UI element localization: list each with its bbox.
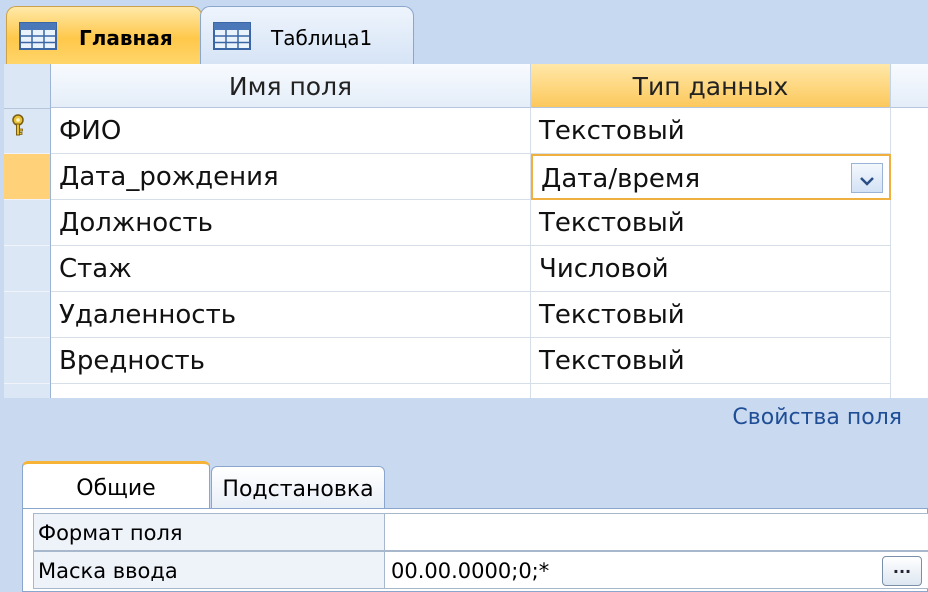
table-row[interactable]: Должность Текстовый [4, 200, 928, 246]
column-header-data-type[interactable]: Тип данных [531, 64, 891, 108]
row-selector-current[interactable] [4, 154, 50, 200]
field-name-cell[interactable] [51, 384, 531, 398]
field-name-cell[interactable]: Стаж [51, 246, 531, 292]
property-value-input-mask[interactable]: 00.00.0000;0;* ... [385, 551, 928, 589]
field-name-cell[interactable]: Удаленность [51, 292, 531, 338]
table-icon [19, 22, 57, 50]
data-type-cell[interactable]: Числовой [531, 246, 891, 292]
table-row[interactable]: Вредность Текстовый [4, 338, 928, 384]
row-selector[interactable] [4, 338, 50, 384]
row-selector[interactable] [4, 292, 50, 338]
dropdown-button[interactable] [851, 163, 883, 193]
property-value-format[interactable] [385, 513, 928, 551]
row-selector[interactable] [4, 200, 50, 246]
tab-general[interactable]: Общие [22, 461, 210, 509]
primary-key-icon [12, 114, 24, 136]
column-header-description[interactable] [891, 64, 928, 108]
tab-main[interactable]: Главная [6, 6, 202, 64]
field-design-grid: Имя поля Тип данных ФИО Текстовый Дата_р… [4, 64, 928, 398]
tab-main-label: Главная [79, 26, 173, 50]
table-row[interactable]: Удаленность Текстовый [4, 292, 928, 338]
column-header-field-name[interactable]: Имя поля [51, 64, 531, 108]
data-type-cell[interactable]: Текстовый [531, 200, 891, 246]
data-type-cell[interactable]: Текстовый [531, 292, 891, 338]
tab-lookup[interactable]: Подстановка [211, 466, 385, 510]
data-type-cell[interactable]: Текстовый [531, 108, 891, 154]
document-tab-bar: Главная Таблица1 [0, 0, 928, 64]
row-selector[interactable] [4, 246, 50, 292]
field-properties-panel: Формат поля Маска ввода 00.00.0000;0;* .… [22, 508, 928, 592]
data-type-value: Дата/время [541, 164, 701, 194]
input-mask-value: 00.00.0000;0;* [391, 559, 550, 583]
data-type-combo[interactable]: Дата/время [531, 154, 891, 200]
row-selector-header[interactable] [4, 64, 50, 109]
table-row[interactable] [4, 384, 928, 398]
field-name-cell[interactable]: Должность [51, 200, 531, 246]
row-selector[interactable] [4, 108, 50, 154]
field-name-cell[interactable]: ФИО [51, 108, 531, 154]
chevron-down-icon [860, 177, 874, 186]
tab-table1-label: Таблица1 [271, 26, 373, 50]
build-button[interactable]: ... [882, 556, 922, 586]
data-type-cell[interactable]: Текстовый [531, 338, 891, 384]
property-label-input-mask: Маска ввода [33, 551, 385, 589]
table-row[interactable]: Стаж Числовой [4, 246, 928, 292]
table-row[interactable]: Дата_рождения Дата/время [4, 154, 928, 200]
table-icon [213, 22, 251, 50]
table-row[interactable]: ФИО Текстовый [4, 108, 928, 154]
row-selector[interactable] [4, 384, 50, 398]
property-label-format: Формат поля [33, 513, 385, 551]
field-name-cell[interactable]: Дата_рождения [51, 154, 531, 200]
property-row: Формат поля [33, 513, 928, 551]
data-type-cell[interactable] [531, 384, 891, 398]
property-row: Маска ввода 00.00.0000;0;* ... [33, 551, 928, 589]
field-name-cell[interactable]: Вредность [51, 338, 531, 384]
field-properties-title: Свойства поля [732, 405, 902, 430]
tab-table1[interactable]: Таблица1 [200, 6, 414, 64]
